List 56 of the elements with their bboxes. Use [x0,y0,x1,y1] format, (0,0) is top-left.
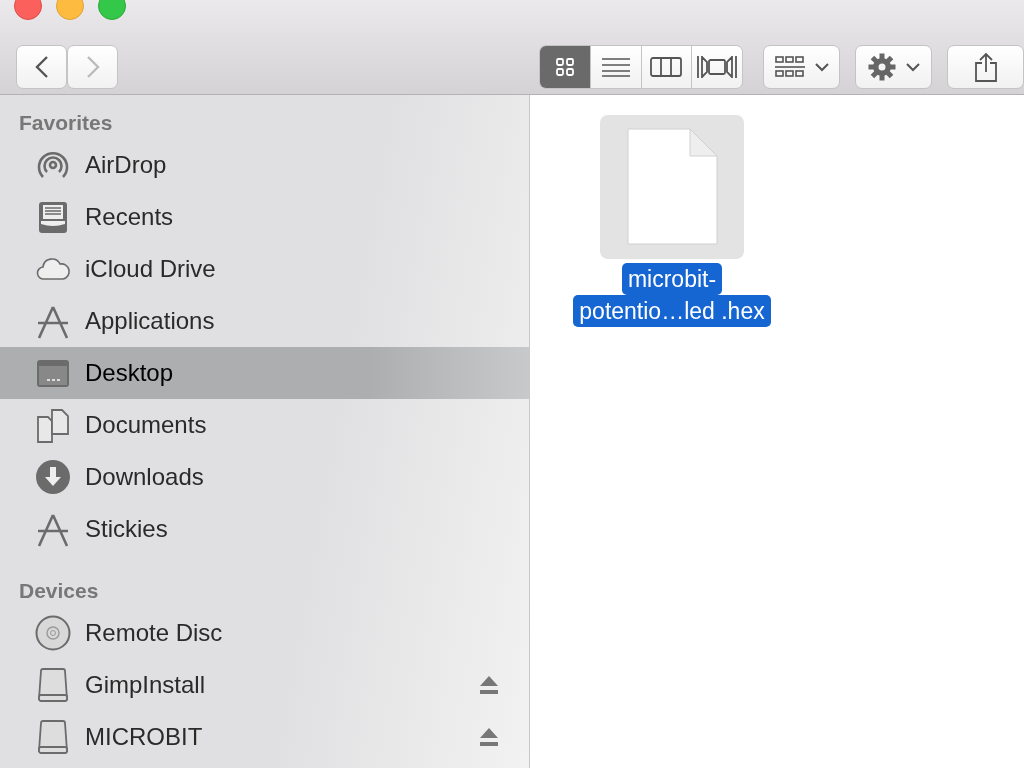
sidebar-item-label: GimpInstall [85,671,207,699]
chevron-left-icon [34,55,49,79]
arrange-button[interactable] [763,45,840,89]
sidebar-item-label: Stickies [85,515,169,543]
sidebar-item[interactable]: Applications [0,295,529,347]
sidebar-item-label: Desktop [85,359,175,387]
sidebar-item[interactable]: iCloud Drive [0,243,529,295]
file-name[interactable]: microbit- [621,263,723,295]
sidebar-item-label: Recents [85,203,175,231]
sidebar-item[interactable]: Stickies [0,503,529,555]
section-header: Devices [18,579,100,604]
sidebar-item[interactable]: Remote Disc [0,607,529,659]
columns-icon [650,57,683,77]
file-name[interactable]: potentio…led .hex [573,295,771,327]
action-button[interactable] [855,45,932,89]
caret-icon [814,62,829,72]
list-icon [601,57,630,77]
share-icon [973,52,998,82]
sidebar-item[interactable]: Downloads [0,451,529,503]
sidebar-item-label: Documents [85,411,208,439]
view-mode-button[interactable] [641,46,693,88]
sidebar-item-label: AirDrop [85,151,168,179]
sidebar-item-label: MICROBIT [85,723,204,751]
eject-icon[interactable] [479,675,499,695]
sidebar-item-label: Downloads [85,463,205,491]
sidebar-item[interactable]: AirDrop [0,139,529,191]
sidebar-item-label: Applications [85,307,216,335]
drive-icon [37,667,69,703]
sidebar-item[interactable]: GimpInstall [0,659,529,711]
sidebar-item[interactable]: Documents [0,399,529,451]
group-icon [774,56,805,78]
back-button[interactable] [16,45,67,89]
settings-icon [867,53,896,81]
sidebar-item[interactable]: Desktop [0,347,529,399]
document-icon [625,127,719,247]
chevron-right-icon [85,55,100,79]
sidebar-item[interactable]: Recents [0,191,529,243]
download-icon [35,459,71,495]
sidebar-item-label: Remote Disc [85,619,224,647]
view-mode-button[interactable] [692,46,742,88]
caret-icon [905,62,920,72]
disc-icon [35,615,71,651]
sidebar-item-label: iCloud Drive [85,255,217,283]
documents-icon [35,407,71,443]
close-button[interactable] [14,0,42,20]
grid-icon [554,57,575,77]
view-mode-button[interactable] [590,46,642,88]
sidebar-item[interactable]: MICROBIT [0,711,529,763]
file-thumbnail[interactable] [600,115,744,259]
zoom-button[interactable] [98,0,126,20]
drive-icon [37,719,69,755]
view-mode-button[interactable] [540,46,591,88]
gallery-icon [697,55,738,79]
section-header: Favorites [18,111,114,136]
share-button[interactable] [947,45,1024,89]
eject-icon[interactable] [479,727,499,747]
